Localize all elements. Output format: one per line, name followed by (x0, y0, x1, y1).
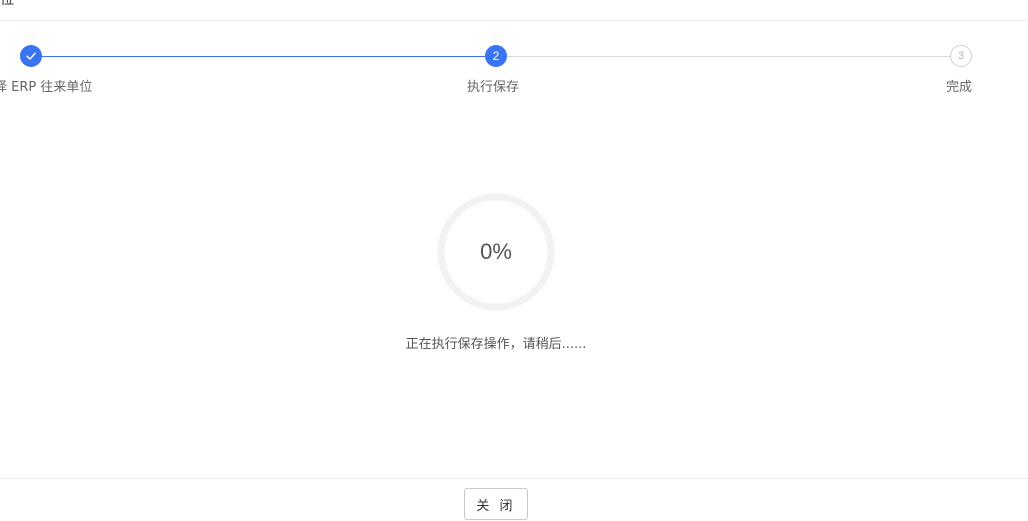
step-connector-done (42, 56, 485, 57)
step-connector-pending (507, 56, 950, 57)
dialog-footer: 关 闭 (0, 478, 1028, 521)
close-button[interactable]: 关 闭 (464, 488, 528, 520)
check-icon (26, 52, 36, 60)
save-progress-dialog: 位 2 3 择 ERP 往来单位 执行保存 完成 0% 正在执行保存操作，请稍后… (0, 0, 1028, 521)
step-3-label: 完成 (946, 80, 973, 95)
step-3-circle: 3 (950, 45, 972, 67)
step-1-circle (20, 45, 42, 67)
step-2-circle: 2 (485, 45, 507, 67)
progress-percent: 0% (480, 239, 512, 264)
progress-ring: 0% (436, 192, 556, 312)
step-2-label: 执行保存 (467, 80, 520, 95)
status-message: 正在执行保存操作，请稍后...... (405, 337, 587, 352)
step-1-label: 择 ERP 往来单位 (0, 80, 93, 95)
step-indicator: 2 3 择 ERP 往来单位 执行保存 完成 (0, 0, 1028, 110)
